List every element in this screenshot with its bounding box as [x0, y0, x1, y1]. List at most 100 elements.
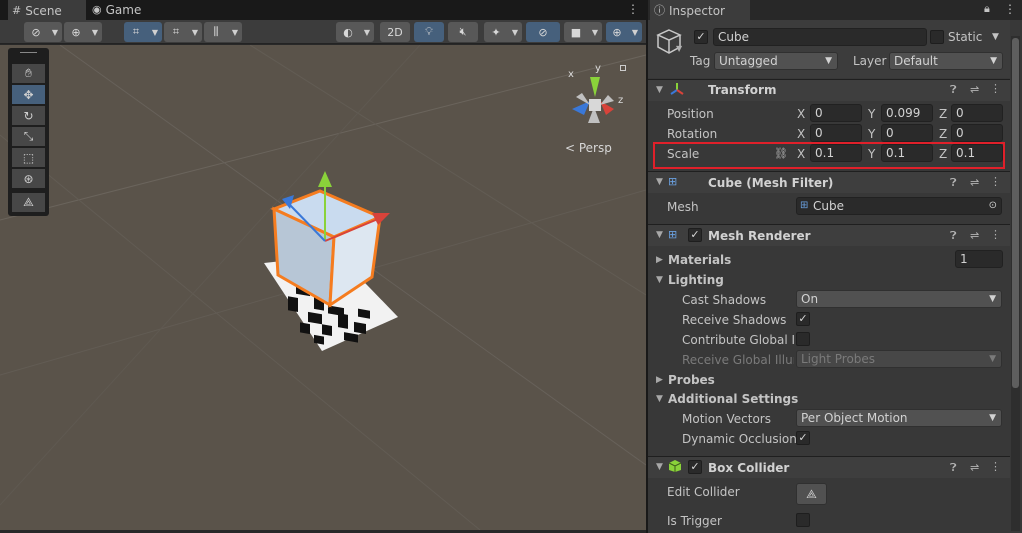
rect-tool-button[interactable]: ⬚	[12, 148, 45, 167]
lighting-toggle-button[interactable]: 💡︎	[414, 22, 444, 42]
position-y-field[interactable]: 0.099	[881, 104, 933, 122]
axis-z-label[interactable]: Z	[939, 147, 947, 161]
materials-label[interactable]: Materials	[668, 253, 731, 267]
scale-z-field[interactable]: 0.1	[951, 144, 1003, 162]
foldout-arrow-icon[interactable]: ▼	[656, 275, 663, 285]
preset-icon[interactable]: ⇌	[970, 83, 979, 96]
icon-dropdown-arrow[interactable]: ▼	[676, 44, 682, 53]
gizmos-dropdown[interactable]: ▼	[628, 22, 642, 42]
foldout-right-icon[interactable]: ▶	[656, 375, 663, 385]
object-picker-icon[interactable]: ⊙	[989, 198, 997, 214]
lock-icon[interactable]: 🔒︎	[984, 2, 990, 16]
rotation-z-field[interactable]: 0	[951, 124, 1003, 142]
foldout-arrow-icon[interactable]: ▼	[656, 394, 663, 404]
preset-icon[interactable]: ⇌	[970, 176, 979, 189]
custom-tool-button[interactable]: ⟁	[12, 193, 45, 212]
draw-mode-button[interactable]: ⊘	[24, 22, 48, 42]
draw-mode-dropdown[interactable]: ▼	[48, 22, 62, 42]
grid-visibility-button[interactable]: ⌗	[164, 22, 188, 42]
additional-settings-label[interactable]: Additional Settings	[668, 392, 798, 406]
is-trigger-checkbox[interactable]	[796, 513, 810, 527]
rotation-y-field[interactable]: 0	[881, 124, 933, 142]
global-dropdown[interactable]: ▼	[88, 22, 102, 42]
layer-dropdown[interactable]: Default ▼	[889, 52, 1003, 70]
object-name-field[interactable]: Cube	[713, 28, 927, 46]
audio-toggle-button[interactable]: 🔇︎	[448, 22, 478, 42]
mesh-renderer-enabled-checkbox[interactable]: ✓	[688, 228, 702, 242]
help-icon[interactable]: ❓︎	[950, 229, 957, 243]
cube-object[interactable]	[260, 165, 400, 315]
scene-viewport[interactable]: x y z < Persp	[0, 45, 646, 530]
contribute-gi-checkbox[interactable]	[796, 332, 810, 346]
grid-visibility-dropdown[interactable]: ▼	[188, 22, 202, 42]
static-dropdown-arrow[interactable]: ▼	[992, 32, 999, 42]
more-options-icon[interactable]: ⋮	[627, 2, 639, 16]
dynamic-occlusion-checkbox[interactable]: ✓	[796, 431, 810, 445]
camera-settings-dropdown[interactable]: ▼	[588, 22, 602, 42]
shading-mode-dropdown[interactable]: ▼	[360, 22, 374, 42]
position-z-field[interactable]: 0	[951, 104, 1003, 122]
tab-scene[interactable]: # Scene	[8, 0, 86, 20]
scale-x-field[interactable]: 0.1	[810, 144, 862, 162]
foldout-arrow-icon[interactable]: ▼	[656, 462, 663, 472]
inspector-scrollbar-thumb[interactable]	[1012, 38, 1019, 388]
tag-dropdown[interactable]: Untagged ▼	[714, 52, 838, 70]
preset-icon[interactable]: ⇌	[970, 229, 979, 242]
tab-game[interactable]: ◉ Game	[88, 0, 148, 20]
effects-dropdown[interactable]: ▼	[508, 22, 522, 42]
scale-y-field[interactable]: 0.1	[881, 144, 933, 162]
shading-mode-button[interactable]: ◐	[336, 22, 360, 42]
view-tool-button[interactable]: ✋︎	[12, 64, 45, 83]
materials-count-field[interactable]: 1	[955, 250, 1003, 268]
position-x-field[interactable]: 0	[810, 104, 862, 122]
edit-collider-button[interactable]: ⟁	[796, 483, 827, 505]
axis-y-label[interactable]: Y	[868, 127, 875, 141]
move-tool-button[interactable]: ✥	[12, 85, 45, 104]
axis-y-label[interactable]: Y	[868, 107, 875, 121]
motion-vectors-dropdown[interactable]: Per Object Motion ▼	[796, 409, 1002, 427]
foldout-arrow-icon[interactable]: ▼	[656, 177, 663, 187]
scale-tool-button[interactable]: ⤡	[12, 127, 45, 146]
drag-handle[interactable]	[20, 52, 37, 53]
effects-button[interactable]: ✦	[484, 22, 508, 42]
gizmos-button[interactable]: ⊕	[606, 22, 628, 42]
foldout-arrow-icon[interactable]: ▼	[656, 85, 663, 95]
box-collider-enabled-checkbox[interactable]: ✓	[688, 460, 702, 474]
rotate-tool-button[interactable]: ↻	[12, 106, 45, 125]
global-button[interactable]: ⊕	[64, 22, 88, 42]
mode-2d-button[interactable]: 2D	[380, 22, 410, 42]
help-icon[interactable]: ❓︎	[950, 83, 957, 97]
axis-x-label[interactable]: X	[797, 127, 805, 141]
hidden-objects-button[interactable]: ⊘	[526, 22, 560, 42]
foldout-arrow-icon[interactable]: ▼	[656, 230, 663, 240]
help-icon[interactable]: ❓︎	[950, 461, 957, 475]
grid-snap-dropdown[interactable]: ▼	[148, 22, 162, 42]
static-checkbox[interactable]	[930, 30, 944, 44]
axis-z-label[interactable]: Z	[939, 107, 947, 121]
constrain-proportions-icon[interactable]: ⛓︎	[774, 147, 788, 160]
axis-x-label[interactable]: X	[797, 107, 805, 121]
inspector-menu-icon[interactable]: ⋮	[1004, 2, 1016, 16]
camera-settings-button[interactable]: ■	[564, 22, 588, 42]
help-icon[interactable]: ❓︎	[950, 176, 957, 190]
object-active-checkbox[interactable]: ✓	[694, 30, 708, 44]
projection-label[interactable]: < Persp	[565, 141, 612, 155]
component-menu-icon[interactable]: ⋮	[990, 82, 1001, 95]
tab-inspector[interactable]: ⓘ Inspector	[650, 0, 750, 20]
gizmo-lock-icon[interactable]	[620, 65, 626, 71]
cast-shadows-dropdown[interactable]: On ▼	[796, 290, 1002, 308]
foldout-right-icon[interactable]: ▶	[656, 255, 663, 265]
axis-y-label[interactable]: Y	[868, 147, 875, 161]
increment-snap-button[interactable]: ⫼	[204, 22, 228, 42]
grid-snap-button[interactable]: ⌗	[124, 22, 148, 42]
component-menu-icon[interactable]: ⋮	[990, 175, 1001, 188]
axis-z-label[interactable]: Z	[939, 127, 947, 141]
receive-shadows-checkbox[interactable]: ✓	[796, 312, 810, 326]
component-menu-icon[interactable]: ⋮	[990, 460, 1001, 473]
transform-tool-button[interactable]: ⊛	[12, 169, 45, 188]
mesh-object-field[interactable]: ⊞ Cube ⊙	[796, 197, 1002, 215]
lighting-label[interactable]: Lighting	[668, 273, 724, 287]
rotation-x-field[interactable]: 0	[810, 124, 862, 142]
axis-x-label[interactable]: X	[797, 147, 805, 161]
probes-label[interactable]: Probes	[668, 373, 715, 387]
